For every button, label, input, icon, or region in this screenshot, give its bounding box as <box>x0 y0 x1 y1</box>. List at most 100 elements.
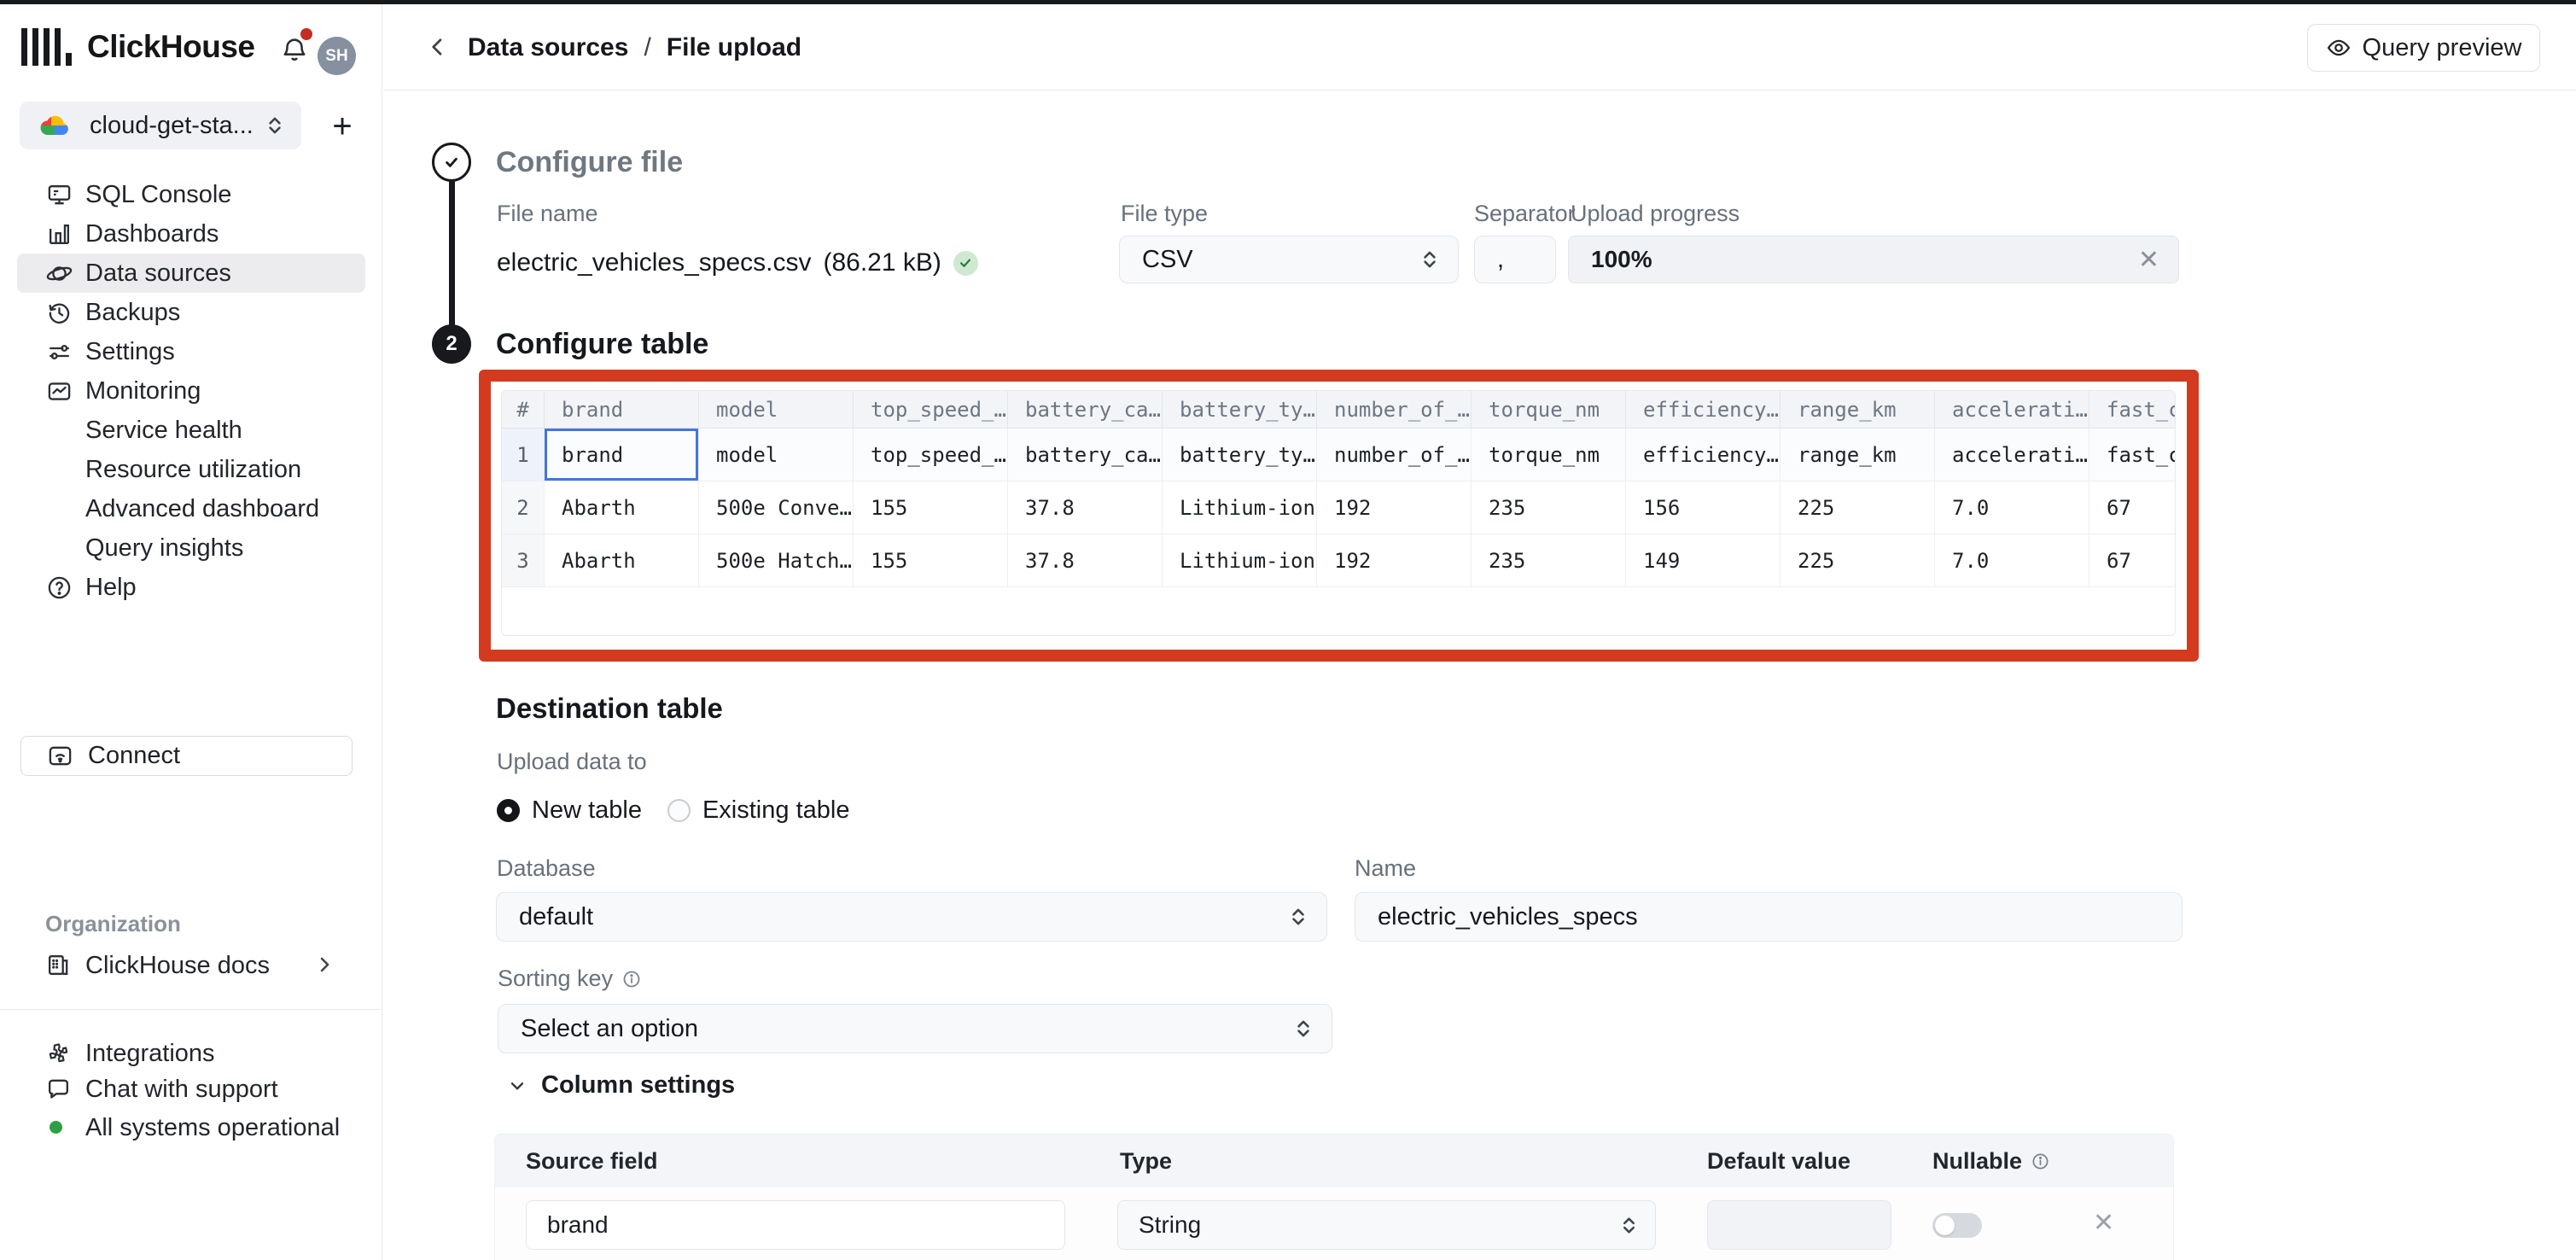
info-icon <box>2031 1152 2050 1171</box>
sidebar-item-clickhouse-docs[interactable]: ClickHouse docs <box>17 946 365 985</box>
preview-cell[interactable]: torque_nm <box>1472 429 1626 481</box>
sidebar-item-query-insights[interactable]: Query insights <box>17 528 365 568</box>
breadcrumb-data-sources[interactable]: Data sources <box>468 33 628 62</box>
preview-cell[interactable]: 225 <box>1780 534 1935 587</box>
type-select[interactable]: String <box>1117 1200 1656 1250</box>
sidebar-item-dashboards[interactable]: Dashboards <box>17 214 365 254</box>
sidebar-item-advanced-dashboard[interactable]: Advanced dashboard <box>17 489 365 528</box>
preview-cell[interactable]: number_of_… <box>1317 429 1472 481</box>
connect-button[interactable]: Connect <box>20 736 353 776</box>
preview-cell[interactable]: 7.0 <box>1935 534 2089 587</box>
preview-cell[interactable]: 225 <box>1780 481 1935 534</box>
row-number-header[interactable]: # <box>502 391 545 429</box>
workspace-selector[interactable]: cloud-get-sta... <box>20 102 301 149</box>
preview-cell[interactable]: fast_cha… <box>2089 429 2176 481</box>
preview-column-header[interactable]: model <box>699 391 854 429</box>
sorting-key-label-row: Sorting key <box>498 965 642 992</box>
avatar[interactable]: SH <box>318 37 356 75</box>
new-table-radio[interactable] <box>497 799 520 822</box>
preview-cell[interactable]: 37.8 <box>1008 481 1163 534</box>
preview-cell[interactable]: 192 <box>1317 534 1472 587</box>
preview-cell-focused[interactable]: brand <box>545 429 699 481</box>
sidebar-item-integrations[interactable]: Integrations <box>17 1035 365 1072</box>
back-chevron-icon[interactable] <box>423 32 453 62</box>
preview-cell[interactable]: 67 <box>2089 534 2176 587</box>
preview-cell[interactable]: 192 <box>1317 481 1472 534</box>
preview-cell[interactable]: efficiency… <box>1626 429 1780 481</box>
preview-cell[interactable]: 500e Conve… <box>699 481 854 534</box>
preview-cell[interactable]: battery_ty… <box>1163 429 1317 481</box>
upload-cancel-icon[interactable]: ✕ <box>2138 245 2178 275</box>
preview-cell[interactable]: model <box>699 429 854 481</box>
query-preview-button[interactable]: Query preview <box>2307 24 2540 72</box>
preview-cell[interactable]: Lithium-ion <box>1163 481 1317 534</box>
preview-cell[interactable]: 67 <box>2089 481 2176 534</box>
file-type-select[interactable]: CSV <box>1119 236 1459 283</box>
database-select[interactable]: default <box>496 892 1327 942</box>
sidebar-item-label: Integrations <box>85 1040 215 1068</box>
nullable-toggle[interactable] <box>1932 1213 1982 1238</box>
existing-table-label[interactable]: Existing table <box>702 796 850 825</box>
sorting-key-select[interactable]: Select an option <box>498 1004 1332 1053</box>
preview-cell[interactable]: Lithium-ion <box>1163 534 1317 587</box>
preview-cell[interactable]: 155 <box>854 534 1008 587</box>
preview-cell[interactable]: 7.0 <box>1935 481 2089 534</box>
default-value-column-header: Default value <box>1707 1148 1850 1175</box>
sidebar-item-help[interactable]: Help <box>17 568 365 607</box>
separator-input[interactable]: , <box>1474 236 1556 283</box>
preview-column-header[interactable]: accelerati… <box>1935 391 2089 429</box>
sidebar-item-label: Advanced dashboard <box>85 495 319 523</box>
preview-column-header[interactable]: top_speed_… <box>854 391 1008 429</box>
preview-cell[interactable]: Abarth <box>545 534 699 587</box>
clickhouse-logo-icon <box>21 28 72 66</box>
preview-column-header[interactable]: number_of_… <box>1317 391 1472 429</box>
sidebar-item-settings[interactable]: Settings <box>17 332 365 371</box>
sidebar-item-label: Monitoring <box>85 377 201 405</box>
avatar-initials: SH <box>325 47 347 66</box>
preview-cell[interactable]: 500e Hatch… <box>699 534 854 587</box>
default-value-input[interactable] <box>1707 1200 1891 1250</box>
sidebar-item-service-health[interactable]: Service health <box>17 411 365 450</box>
sidebar-item-data-sources[interactable]: Data sources <box>17 254 365 293</box>
sidebar-item-label: Resource utilization <box>85 456 301 484</box>
sidebar-item-monitoring[interactable]: Monitoring <box>17 371 365 411</box>
preview-cell[interactable]: 37.8 <box>1008 534 1163 587</box>
add-service-button[interactable]: + <box>323 107 362 146</box>
sidebar-item-label: Backups <box>85 299 180 327</box>
existing-table-radio[interactable] <box>667 799 691 822</box>
preview-column-header[interactable]: efficiency… <box>1626 391 1780 429</box>
column-settings-table: Source field Type Default value Nullable… <box>494 1134 2174 1260</box>
table-name-input[interactable]: electric_vehicles_specs <box>1355 892 2183 942</box>
preview-cell[interactable]: 156 <box>1626 481 1780 534</box>
dashboards-icon <box>45 220 73 248</box>
preview-cell[interactable]: accelerati… <box>1935 429 2089 481</box>
remove-column-icon[interactable]: ✕ <box>2093 1208 2114 1238</box>
preview-cell[interactable]: battery_ca… <box>1008 429 1163 481</box>
sidebar-item-backups[interactable]: Backups <box>17 293 365 332</box>
preview-cell[interactable]: 149 <box>1626 534 1780 587</box>
sidebar-nav: SQL Console Dashboards Data sources Back… <box>17 175 365 607</box>
configure-file-title: Configure file <box>496 146 683 179</box>
preview-column-header[interactable]: range_km <box>1780 391 1935 429</box>
sidebar-item-resource-utilization[interactable]: Resource utilization <box>17 450 365 489</box>
docs-icon <box>45 952 73 979</box>
preview-column-header[interactable]: battery_ty… <box>1163 391 1317 429</box>
column-settings-toggle[interactable]: Column settings <box>506 1071 735 1100</box>
preview-column-header[interactable]: battery_ca… <box>1008 391 1163 429</box>
upload-progress-bar: 100% ✕ <box>1568 236 2179 283</box>
sidebar-item-sql-console[interactable]: SQL Console <box>17 175 365 214</box>
preview-column-header[interactable]: brand <box>545 391 699 429</box>
preview-cell[interactable]: 235 <box>1472 481 1626 534</box>
new-table-label[interactable]: New table <box>532 796 642 825</box>
preview-cell[interactable]: 155 <box>854 481 1008 534</box>
sidebar-item-chat-support[interactable]: Chat with support <box>17 1070 365 1108</box>
preview-cell[interactable]: top_speed_… <box>854 429 1008 481</box>
clickhouse-logo[interactable]: ClickHouse <box>21 28 255 66</box>
source-field-input[interactable]: brand <box>526 1200 1065 1250</box>
preview-column-header[interactable]: torque_nm <box>1472 391 1626 429</box>
preview-column-header[interactable]: fast_cha… <box>2089 391 2176 429</box>
preview-cell[interactable]: range_km <box>1780 429 1935 481</box>
sidebar-item-system-status[interactable]: All systems operational <box>17 1109 365 1146</box>
preview-cell[interactable]: 235 <box>1472 534 1626 587</box>
preview-cell[interactable]: Abarth <box>545 481 699 534</box>
